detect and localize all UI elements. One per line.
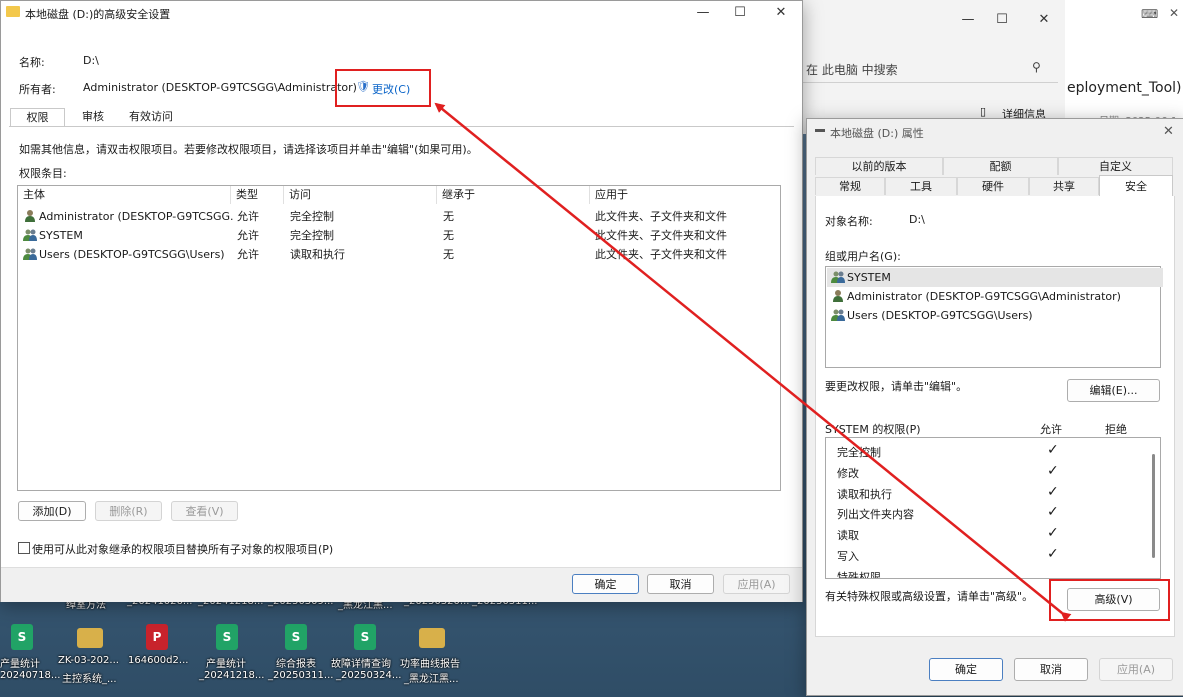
annotation-arrow — [434, 102, 1072, 622]
